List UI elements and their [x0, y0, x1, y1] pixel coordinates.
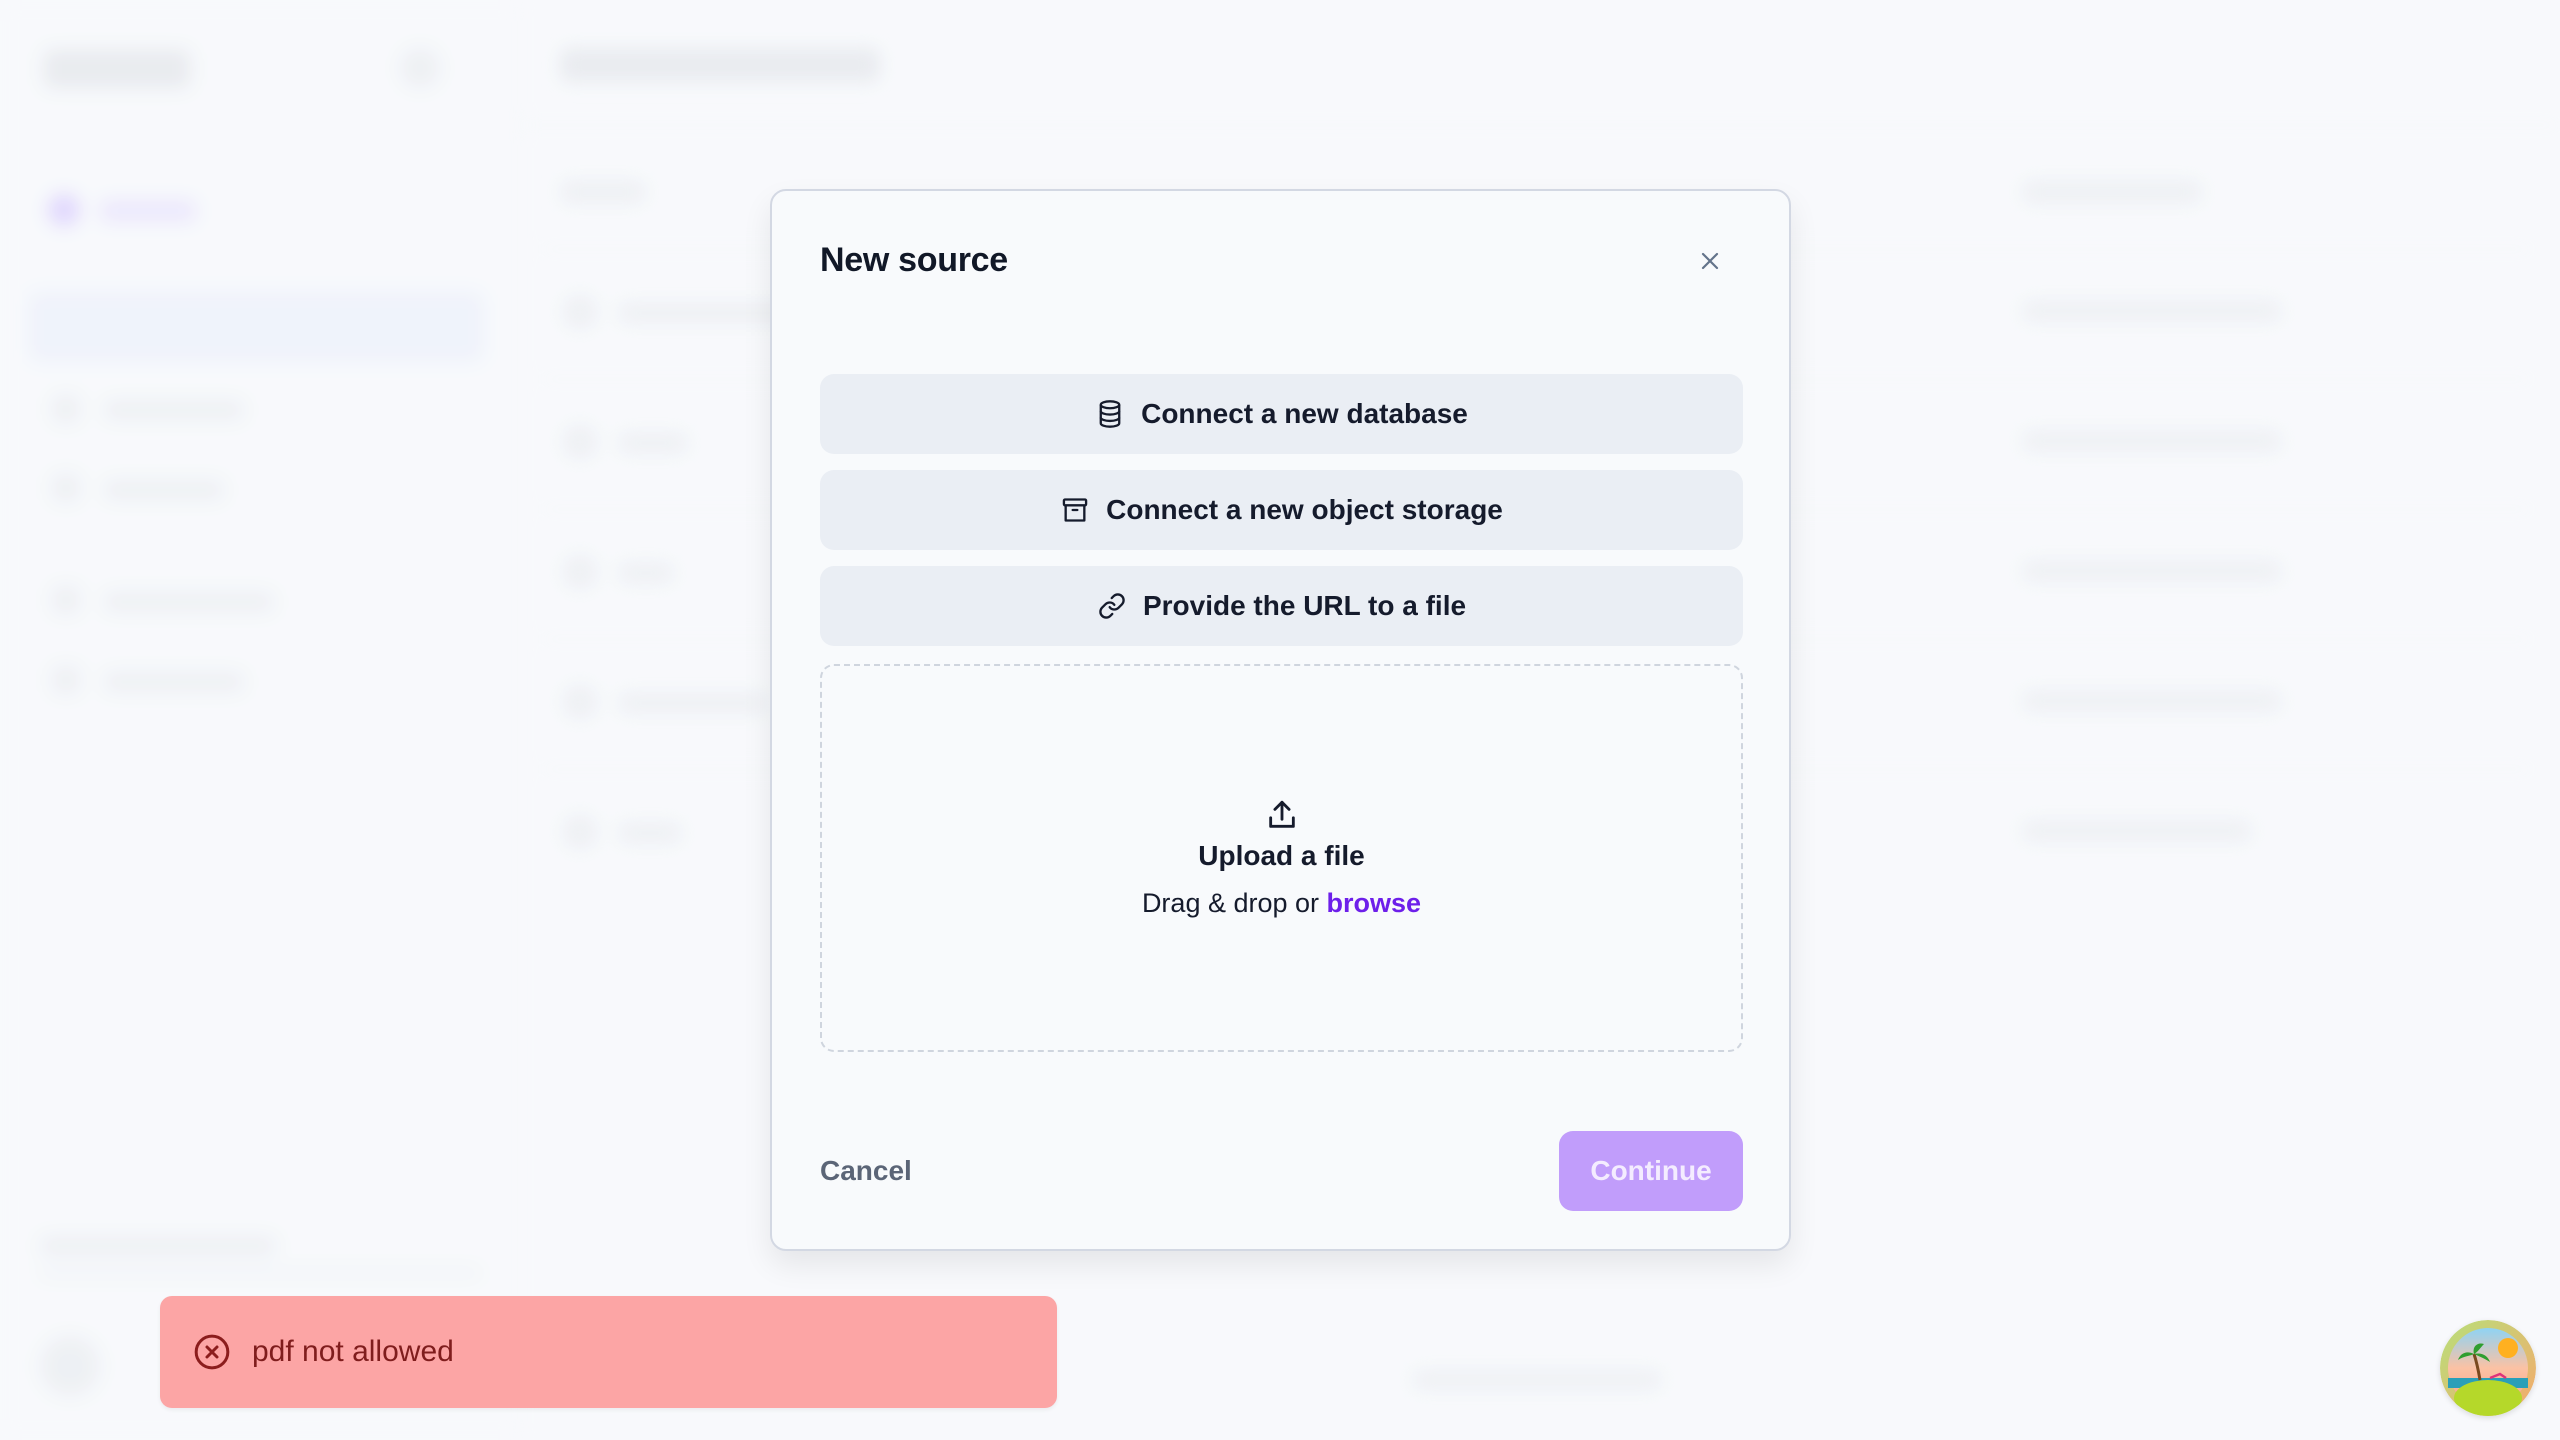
- tropical-island-avatar-icon: [2440, 1320, 2536, 1416]
- connect-database-label: Connect a new database: [1141, 398, 1468, 429]
- cancel-label: Cancel: [820, 1155, 912, 1186]
- upload-icon: [1268, 800, 1295, 828]
- connect-database-button[interactable]: Connect a new database: [820, 374, 1743, 454]
- provide-url-button[interactable]: Provide the URL to a file: [820, 566, 1743, 646]
- cancel-button[interactable]: Cancel: [820, 1131, 944, 1211]
- provide-url-label: Provide the URL to a file: [1142, 590, 1467, 621]
- archive-box-icon: [1060, 495, 1090, 525]
- continue-button[interactable]: Continue: [1559, 1131, 1743, 1211]
- close-button[interactable]: [1690, 241, 1730, 281]
- upload-title: Upload a file: [1198, 839, 1365, 871]
- close-icon: [1701, 252, 1719, 270]
- x-circle-icon: [194, 1334, 230, 1370]
- upload-subtitle-prefix: Drag & drop or: [1141, 887, 1327, 918]
- new-source-modal: New source Connect a new database Connec…: [770, 189, 1791, 1251]
- upload-subtitle: Drag & drop or browse: [1142, 888, 1421, 919]
- toast-message: pdf not allowed: [252, 1335, 454, 1368]
- database-icon: [1095, 399, 1125, 429]
- user-avatar[interactable]: [2440, 1320, 2536, 1416]
- continue-label: Continue: [1590, 1155, 1712, 1186]
- modal-title: New source: [820, 241, 1008, 279]
- connect-object-storage-label: Connect a new object storage: [1106, 494, 1503, 525]
- connect-object-storage-button[interactable]: Connect a new object storage: [820, 470, 1743, 550]
- link-icon: [1097, 591, 1127, 621]
- error-toast: pdf not allowed: [160, 1296, 1057, 1408]
- browse-link[interactable]: browse: [1327, 888, 1422, 918]
- file-dropzone[interactable]: Upload a file Drag & drop or browse: [820, 664, 1743, 1052]
